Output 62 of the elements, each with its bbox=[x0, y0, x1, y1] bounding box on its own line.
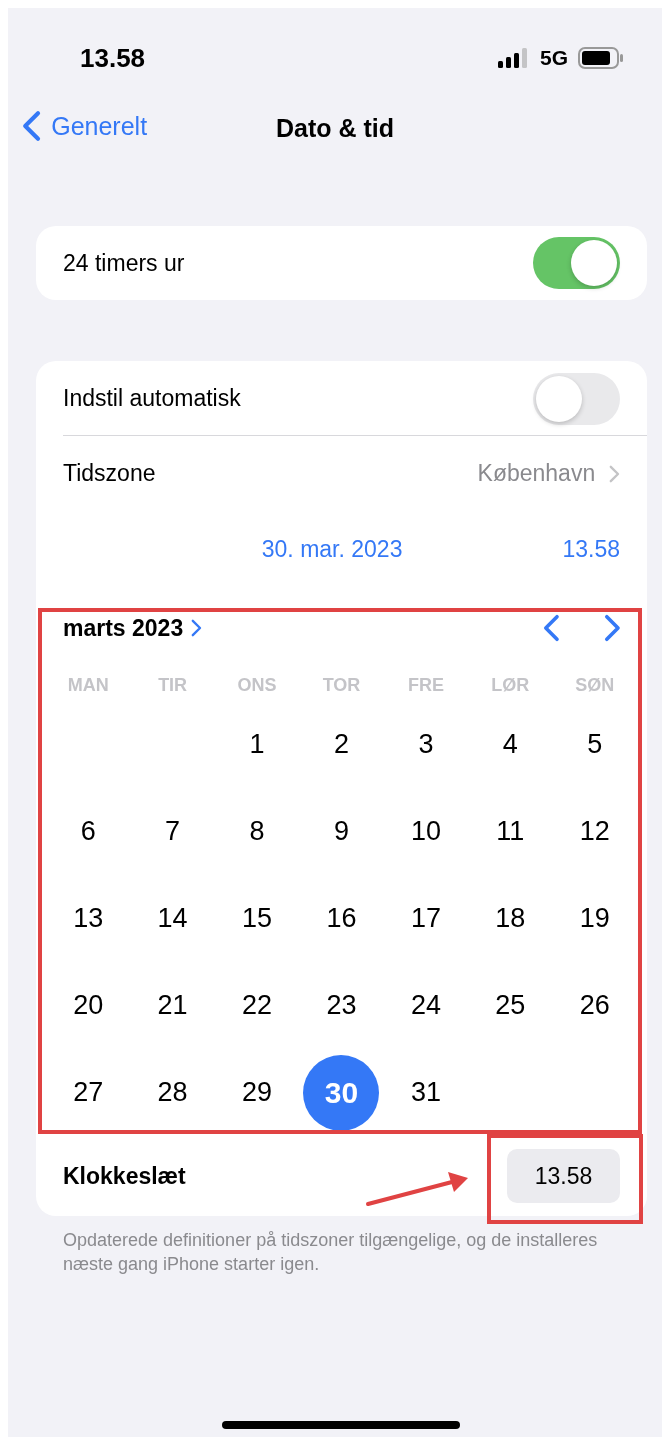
toggle-switch[interactable] bbox=[533, 237, 620, 289]
chevron-icon bbox=[609, 464, 620, 483]
calendar-day[interactable]: 9 bbox=[303, 793, 380, 870]
calendar-day[interactable]: 16 bbox=[303, 880, 380, 957]
calendar-day[interactable]: 30 bbox=[303, 1054, 380, 1131]
back-chevron-icon bbox=[22, 110, 42, 142]
calendar-day[interactable]: 19 bbox=[556, 880, 633, 957]
calendar-day[interactable]: 1 bbox=[219, 706, 296, 783]
calendar-day[interactable]: 4 bbox=[472, 706, 549, 783]
calendar-day[interactable]: 26 bbox=[556, 967, 633, 1044]
weekday-label: LØR bbox=[490, 673, 531, 697]
calendar-day[interactable]: 20 bbox=[50, 967, 127, 1044]
calendar-day[interactable]: 18 bbox=[472, 880, 549, 957]
time-picker-button[interactable]: 13.58 bbox=[507, 1149, 620, 1203]
chevron-right-icon bbox=[604, 614, 621, 642]
next-month-button[interactable] bbox=[604, 614, 621, 642]
chevron-left-icon bbox=[543, 614, 561, 642]
calendar-day[interactable]: 29 bbox=[219, 1054, 296, 1131]
calendar-day[interactable]: 17 bbox=[387, 880, 464, 957]
weekday-label: MAN bbox=[66, 673, 110, 697]
setting-label: Klokkeslæt bbox=[63, 1162, 186, 1190]
calendar-day[interactable]: 31 bbox=[387, 1054, 464, 1131]
calendar-day[interactable]: 6 bbox=[50, 793, 127, 870]
previous-month-button[interactable] bbox=[543, 614, 561, 642]
calendar-day[interactable]: 14 bbox=[134, 880, 211, 957]
setting-label: Indstil automatisk bbox=[63, 385, 241, 412]
status-time: 13.58 bbox=[80, 42, 146, 74]
calendar-day[interactable]: 12 bbox=[556, 793, 633, 870]
calendar-day[interactable]: 11 bbox=[472, 793, 549, 870]
calendar-day[interactable]: 5 bbox=[556, 706, 633, 783]
network-label: 5G bbox=[540, 46, 568, 70]
signal-icon bbox=[498, 48, 530, 68]
weekday-label: SØN bbox=[574, 673, 616, 697]
weekday-label: FRE bbox=[406, 673, 445, 697]
calendar-day[interactable]: 15 bbox=[219, 880, 296, 957]
chevron-icon bbox=[191, 619, 202, 637]
battery-icon bbox=[578, 47, 624, 69]
page-title: Dato & tid bbox=[275, 113, 394, 143]
weekday-label: TOR bbox=[321, 673, 362, 697]
calendar-day[interactable]: 21 bbox=[134, 967, 211, 1044]
time-button[interactable]: 13.58 bbox=[562, 535, 620, 563]
date-button[interactable]: 30. mar. 2023 bbox=[261, 535, 403, 563]
setting-label: Tidszone bbox=[63, 460, 156, 487]
setting-label: 24 timers ur bbox=[63, 249, 185, 277]
calendar-day[interactable]: 25 bbox=[472, 967, 549, 1044]
calendar-day[interactable]: 7 bbox=[134, 793, 211, 870]
calendar-day[interactable]: 23 bbox=[303, 967, 380, 1044]
calendar-day[interactable]: 10 bbox=[387, 793, 464, 870]
toggle-switch[interactable] bbox=[533, 372, 620, 425]
calendar-day[interactable]: 3 bbox=[387, 706, 464, 783]
calendar-day[interactable]: 28 bbox=[134, 1054, 211, 1131]
calendar-day[interactable]: 8 bbox=[219, 793, 296, 870]
footnote: Opdaterede definitioner på tidszoner tilgængelige, og de installeres næste gang iPhone starter igen. bbox=[63, 1229, 599, 1276]
calendar-day[interactable]: 13 bbox=[50, 880, 127, 957]
calendar-day[interactable]: 27 bbox=[50, 1054, 127, 1131]
calendar-day[interactable]: 24 bbox=[387, 967, 464, 1044]
weekday-label: TIR bbox=[157, 673, 189, 697]
weekday-label: ONS bbox=[236, 673, 278, 697]
calendar-day[interactable]: 2 bbox=[303, 706, 380, 783]
calendar-day[interactable]: 22 bbox=[219, 967, 296, 1044]
back-button[interactable]: Generelt bbox=[22, 110, 148, 142]
month-button[interactable]: marts 2023 bbox=[63, 614, 202, 642]
